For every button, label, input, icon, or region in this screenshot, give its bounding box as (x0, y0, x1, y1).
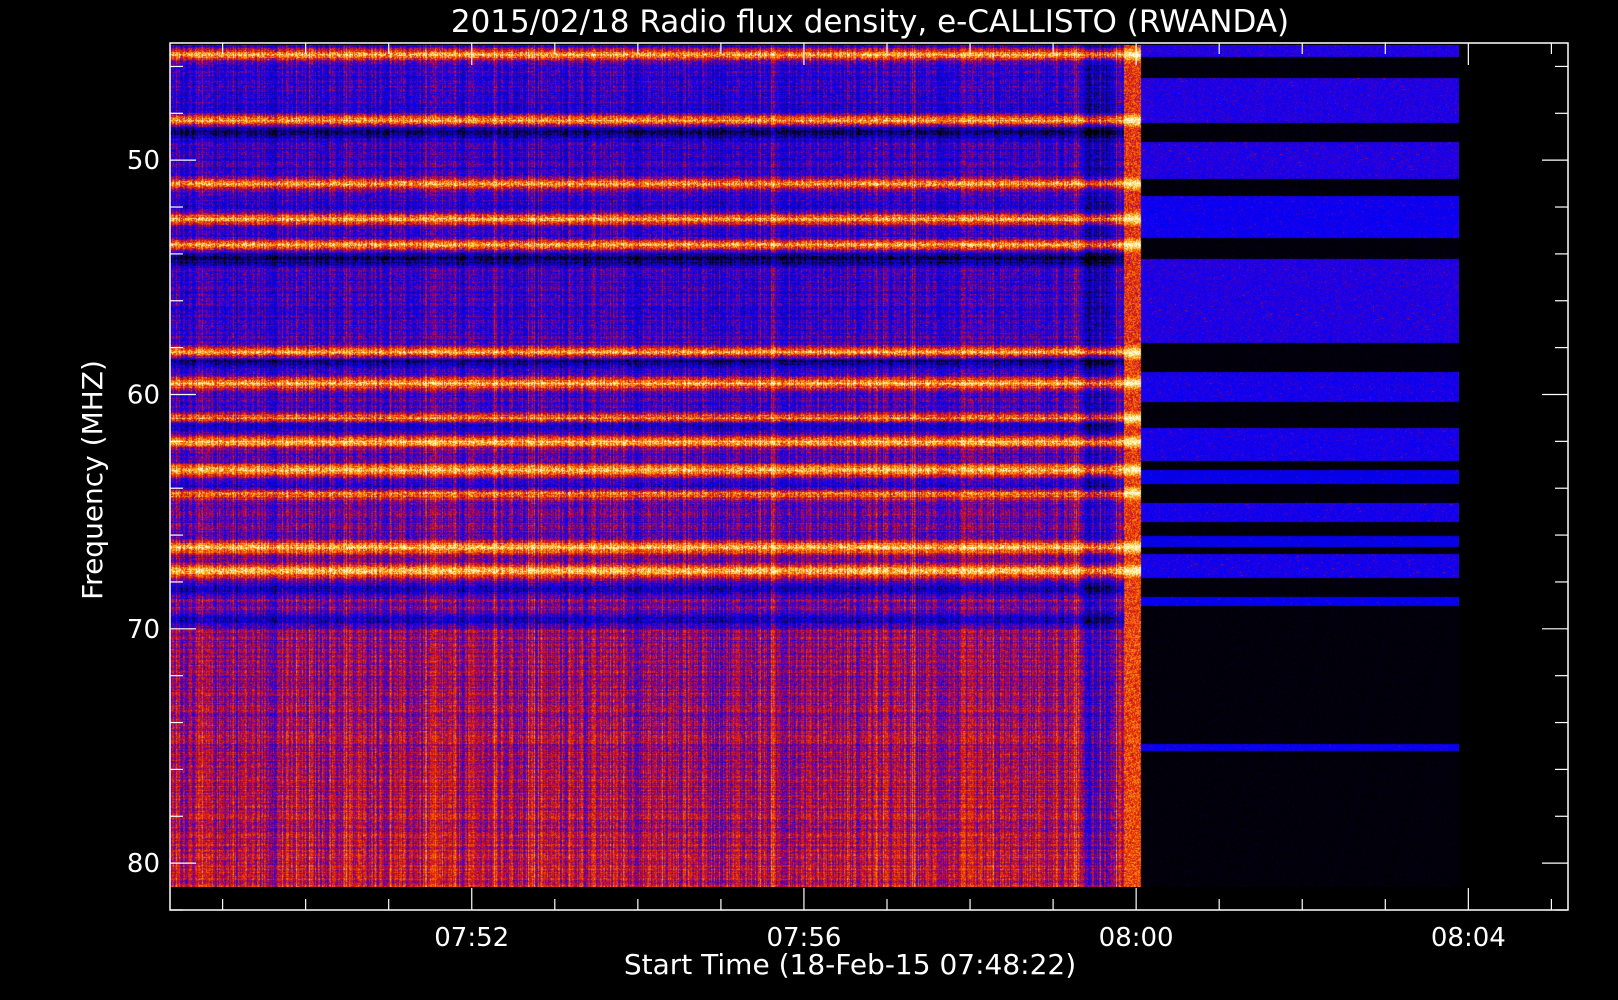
y-tick-label: 70 (127, 615, 160, 645)
x-tick-label: 08:00 (1099, 923, 1174, 953)
heatmap-layer (170, 45, 1459, 887)
x-axis-label: Start Time (18-Feb-15 07:48:22) (624, 948, 1076, 981)
y-tick-label: 80 (127, 849, 160, 879)
y-axis-label: Frequency (MHZ) (76, 360, 109, 600)
y-tick-label: 50 (127, 146, 160, 176)
x-tick-label: 08:04 (1431, 923, 1506, 953)
x-tick-label: 07:52 (434, 923, 509, 953)
y-tick-label: 60 (127, 380, 160, 410)
spectrogram-svg: 2015/02/18 Radio flux density, e-CALLIST… (0, 0, 1618, 1000)
spectrogram-image (170, 45, 1459, 887)
spectrogram-chart: 2015/02/18 Radio flux density, e-CALLIST… (0, 0, 1618, 1000)
chart-title: 2015/02/18 Radio flux density, e-CALLIST… (451, 4, 1289, 40)
